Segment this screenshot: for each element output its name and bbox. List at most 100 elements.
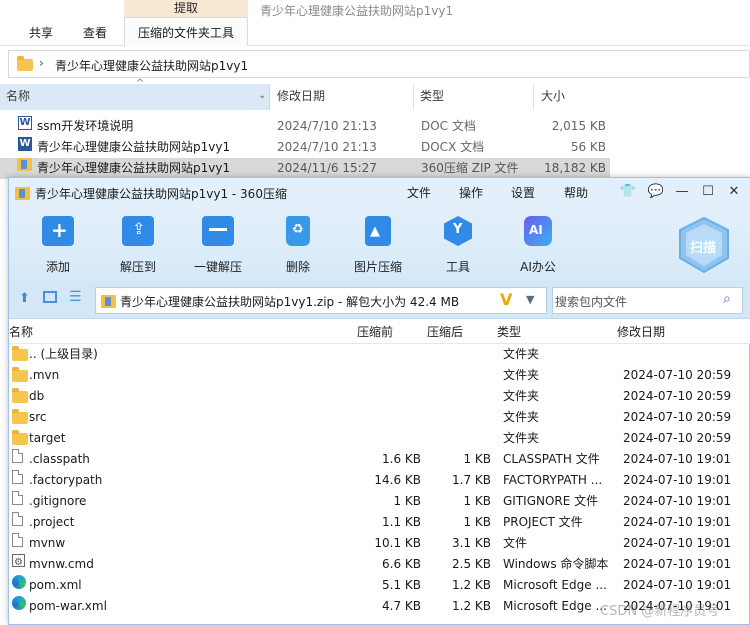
tab-share[interactable]: 共享 (18, 22, 64, 44)
col-name[interactable]: 名称 (9, 323, 33, 340)
col-name[interactable]: 名称 (0, 84, 270, 110)
folder-icon (12, 346, 28, 361)
menu-help[interactable]: 帮助 (564, 184, 588, 201)
row-date: 2024-07-10 19:01 (623, 473, 732, 487)
ribbon-tabs: 提取 共享 查看 压缩的文件夹工具 青少年心理健康公益扶助网站p1vy1 (0, 0, 750, 46)
table-row[interactable]: mvnw 10.1 KB 3.1 KB 文件 2024-07-10 19:01 (9, 533, 750, 554)
row-type: Microsoft Edge ... (503, 578, 607, 592)
zip-icon (17, 158, 32, 171)
table-row[interactable]: .mvn 文件夹 2024-07-10 20:59 (9, 365, 750, 386)
row-after: 1 KB (463, 494, 491, 508)
menu-file[interactable]: 文件 (407, 184, 431, 201)
table-row[interactable]: target 文件夹 2024-07-10 20:59 (9, 428, 750, 449)
feedback-icon[interactable]: 💬 (647, 183, 665, 201)
menu-settings[interactable]: 设置 (511, 184, 535, 201)
close-icon[interactable]: ✕ (725, 183, 743, 201)
ai-office-button[interactable]: AI AI办公 (503, 214, 573, 276)
table-row[interactable]: src 文件夹 2024-07-10 20:59 (9, 407, 750, 428)
row-type: 文件夹 (503, 347, 540, 361)
folder-icon (12, 409, 28, 424)
tab-compressed-folder-tools[interactable]: 压缩的文件夹工具 (124, 22, 248, 44)
edge-icon (12, 596, 26, 610)
list-item-selected[interactable]: 青少年心理健康公益扶助网站p1vy1 2024/11/6 15:27 360压缩… (0, 158, 610, 179)
address-bar[interactable]: › 青少年心理健康公益扶助网站p1vy1 (8, 50, 750, 78)
table-row[interactable]: .gitignore 1 KB 1 KB GITIGNORE 文件 2024-07-10… (9, 491, 750, 512)
path-bar: ⬆ ☰ 青少年心理健康公益扶助网站p1vy1.zip - 解包大小为 42.4 … (9, 281, 750, 319)
search-placeholder: 搜索包内文件 (555, 295, 628, 309)
file-type: DOCX 文档 (421, 140, 485, 154)
folder-icon (12, 430, 28, 445)
table-row[interactable]: mvnw.cmd 6.6 KB 2.5 KB Windows 命令脚本 2024-07-… (9, 552, 750, 575)
folder-icon (17, 56, 33, 71)
extract-context-header: 提取 (124, 0, 248, 17)
row-name: .classpath (29, 452, 90, 466)
row-name: src (29, 410, 47, 424)
col-date[interactable]: 修改日期 (271, 84, 414, 110)
delete-label: 删除 (285, 260, 310, 274)
row-type: 文件夹 (503, 389, 540, 403)
image-compress-icon: ▲ (365, 216, 391, 246)
row-date: 2024-07-10 19:01 (623, 494, 732, 508)
table-row[interactable]: db 文件夹 2024-07-10 20:59 (9, 386, 750, 407)
skin-icon[interactable]: 👕 (619, 183, 637, 201)
col-size[interactable]: 大小 (535, 84, 615, 110)
file-size: 18,182 KB (544, 161, 606, 175)
archive-path-field[interactable]: 青少年心理健康公益扶助网站p1vy1.zip - 解包大小为 42.4 MB V… (95, 287, 547, 314)
row-date: 2024-07-10 20:59 (623, 368, 732, 382)
extract-to-label: 解压到 (119, 260, 156, 274)
list-item[interactable]: W ssm开发环境说明 2024/7/10 21:13 DOC 文档 2,015… (0, 116, 610, 137)
tab-view[interactable]: 查看 (72, 22, 118, 44)
folder-icon (12, 367, 28, 382)
row-before: 1.1 KB (382, 515, 421, 529)
image-compress-button[interactable]: ▲ 图片压缩 (343, 214, 413, 276)
row-name: pom.xml (29, 578, 82, 592)
extract-to-button[interactable]: ⇪ 解压到 (103, 214, 173, 276)
table-row[interactable]: pom.xml 5.1 KB 1.2 KB Microsoft Edge ... 202… (9, 575, 750, 596)
search-input[interactable]: 搜索包内文件 ⌕ (552, 287, 743, 314)
menu-operate[interactable]: 操作 (459, 184, 483, 201)
col-type[interactable]: 类型 (497, 323, 521, 340)
row-type: 文件夹 (503, 410, 540, 424)
file-name: 青少年心理健康公益扶助网站p1vy1 (37, 140, 231, 154)
table-row[interactable]: .classpath 1.6 KB 1 KB CLASSPATH 文件 2024-07-… (9, 449, 750, 470)
dropdown-arrow-icon[interactable]: ▼ (526, 293, 534, 306)
add-label: 添加 (45, 260, 70, 274)
row-name: mvnw (29, 536, 66, 550)
col-before[interactable]: 压缩前 (357, 323, 393, 340)
col-after[interactable]: 压缩后 (427, 323, 463, 340)
row-name: .factorypath (29, 473, 103, 487)
col-date[interactable]: 修改日期 (617, 323, 665, 340)
scan-button[interactable]: 扫描 (677, 216, 731, 274)
thumbnail-view-icon[interactable] (43, 291, 57, 303)
row-name: .gitignore (29, 494, 87, 508)
tools-button[interactable]: Y 工具 (423, 214, 493, 276)
minimize-icon[interactable]: — (673, 183, 691, 201)
row-before: 4.7 KB (382, 599, 421, 613)
delete-button[interactable]: ♻ 删除 (263, 214, 333, 276)
search-icon[interactable]: ⌕ (723, 291, 731, 307)
file-type: 360压缩 ZIP 文件 (421, 161, 519, 175)
maximize-icon[interactable]: ☐ (699, 183, 717, 201)
folder-icon (12, 388, 28, 403)
table-row[interactable]: .factorypath 14.6 KB 1.7 KB FACTORYPATH ...… (9, 470, 750, 491)
list-item[interactable]: W 青少年心理健康公益扶助网站p1vy1 2024/7/10 21:13 DOC… (0, 137, 610, 158)
file-date: 2024/7/10 21:13 (277, 119, 377, 133)
trash-icon: ♻ (286, 216, 310, 246)
up-arrow-icon[interactable]: ⬆ (19, 291, 30, 306)
sort-up-icon: ^ (136, 78, 145, 89)
chevron-down-icon[interactable]: ⌄ (258, 90, 266, 101)
row-name: .project (29, 515, 75, 529)
add-button[interactable]: + 添加 (23, 214, 93, 276)
col-type[interactable]: 类型 (414, 84, 534, 110)
table-row[interactable]: .. (上级目录) 文件夹 (9, 344, 750, 365)
tools-icon: Y (444, 216, 472, 246)
ai-office-label: AI办公 (520, 260, 556, 274)
one-click-extract-button[interactable]: 一键解压 (183, 214, 253, 276)
row-date: 2024-07-10 20:59 (623, 389, 732, 403)
chevron-right-icon: › (39, 56, 44, 70)
archive-column-header: 名称 压缩前 压缩后 类型 修改日期 (9, 319, 750, 344)
table-row[interactable]: .project 1.1 KB 1 KB PROJECT 文件 2024-07-10 1… (9, 512, 750, 533)
row-type: Windows 命令脚本 (503, 557, 609, 571)
row-after: 3.1 KB (452, 536, 491, 550)
list-view-icon[interactable]: ☰ (69, 289, 82, 305)
